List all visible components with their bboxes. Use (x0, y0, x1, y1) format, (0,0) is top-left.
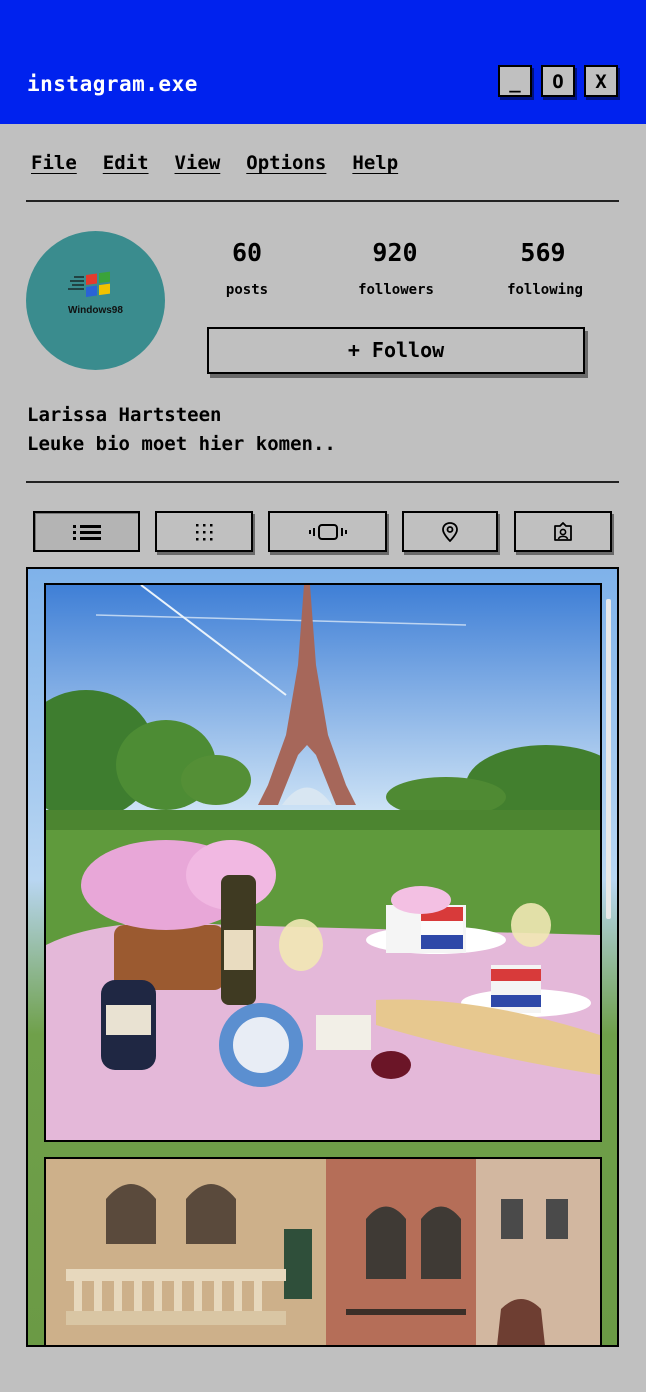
tab-reels[interactable] (268, 511, 387, 552)
menu-view[interactable]: View (175, 152, 221, 182)
list-icon (72, 524, 101, 540)
following-count: 569 (520, 238, 566, 267)
followers-count: 920 (372, 238, 418, 267)
close-button[interactable]: X (584, 65, 618, 97)
tagged-icon (554, 521, 572, 541)
feed[interactable] (26, 567, 619, 1347)
grid-icon (196, 523, 213, 540)
menu-help[interactable]: Help (352, 152, 398, 182)
scrollbar[interactable] (606, 599, 611, 919)
avatar-text: Windows98 (68, 305, 123, 316)
posts-count: 60 (231, 238, 263, 267)
minimize-button[interactable]: _ (498, 65, 532, 97)
menu-bar: File Edit View Options Help (31, 152, 398, 182)
menu-options[interactable]: Options (246, 152, 326, 182)
tab-location[interactable] (402, 511, 498, 552)
window-title: instagram.exe (27, 72, 198, 96)
followers-label[interactable]: followers (326, 282, 466, 298)
tab-list[interactable] (33, 511, 140, 552)
profile-divider (26, 481, 619, 483)
menu-divider (26, 200, 619, 202)
reels-icon (308, 523, 347, 540)
windows-98-logo-icon: Windows98 (68, 271, 123, 316)
maximize-button[interactable]: O (541, 65, 575, 97)
following-label[interactable]: following (475, 282, 615, 298)
post-eiffel-tower-picnic[interactable] (44, 583, 602, 1142)
profile-bio: Leuke bio moet hier komen.. (27, 433, 336, 455)
venice-buildings-photo (46, 1159, 600, 1345)
avatar[interactable]: Windows98 (26, 231, 165, 370)
location-icon (442, 521, 458, 542)
tab-grid[interactable] (155, 511, 253, 552)
post-venice-buildings[interactable] (44, 1157, 602, 1345)
posts-label[interactable]: posts (177, 282, 317, 298)
follow-button[interactable]: + Follow (207, 327, 585, 374)
tab-tagged[interactable] (514, 511, 612, 552)
title-bar: instagram.exe _ O X (0, 0, 646, 124)
menu-file[interactable]: File (31, 152, 77, 182)
eiffel-tower-picnic-photo (46, 585, 600, 1140)
menu-edit[interactable]: Edit (103, 152, 149, 182)
profile-name: Larissa Hartsteen (27, 404, 222, 426)
